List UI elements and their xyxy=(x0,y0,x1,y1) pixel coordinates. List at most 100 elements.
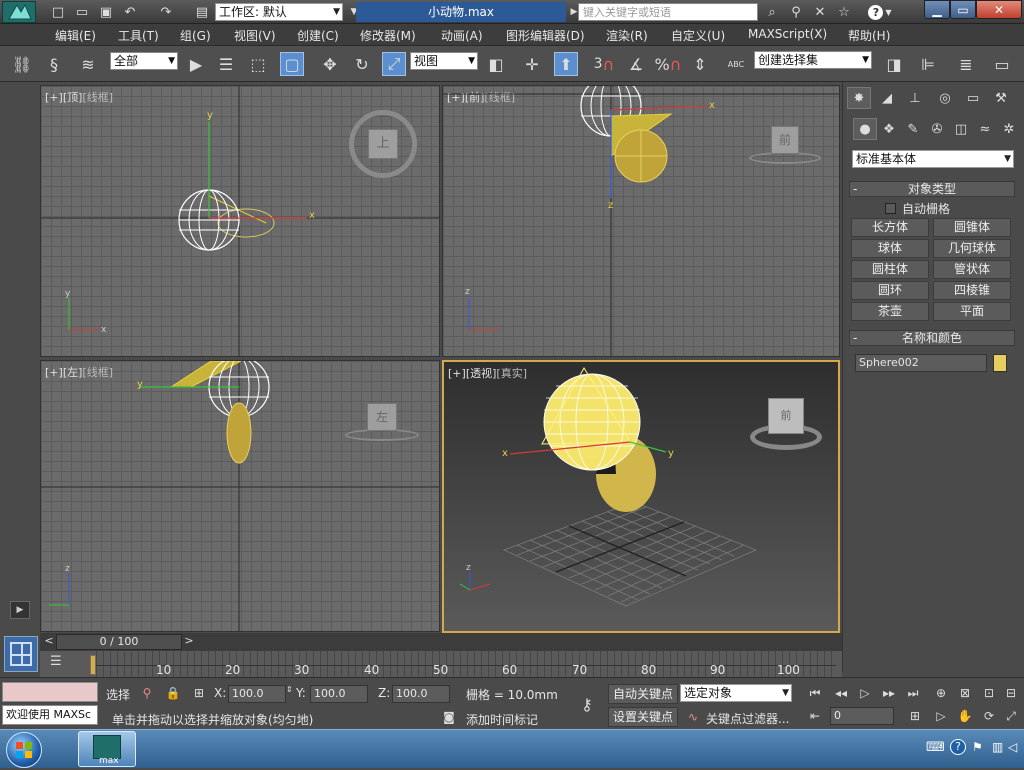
box-button[interactable]: 长方体 xyxy=(851,218,929,237)
x-spinner-icon[interactable]: ⇕ xyxy=(286,685,293,694)
viewport-top[interactable]: [+][顶][线框] y x y x 上 xyxy=(40,85,440,357)
menu-customize[interactable]: 自定义(U) xyxy=(671,27,725,43)
space-warps-icon[interactable]: ≈ xyxy=(973,118,997,140)
key-mode-toggle-icon[interactable]: ⇤ xyxy=(804,706,826,726)
view-cube-face[interactable]: 左 xyxy=(367,403,397,431)
maxscript-listener-input[interactable]: 欢迎使用 MAXSc xyxy=(2,705,98,725)
tray-network-icon[interactable]: ▥ xyxy=(992,740,1003,754)
next-frame-icon[interactable]: ▸▸ xyxy=(878,683,900,703)
field-of-view-icon[interactable]: ▷ xyxy=(930,706,952,726)
viewport-perspective[interactable]: [+][透视][真实] x y z 前 xyxy=(442,360,840,633)
utilities-tab-icon[interactable]: ⚒ xyxy=(989,87,1013,109)
rectangle-selection-icon[interactable]: ⬚ xyxy=(246,52,270,76)
view-cube-left[interactable]: 左 xyxy=(345,399,419,443)
zoom-extents-icon[interactable]: ⊡ xyxy=(978,683,1000,703)
isolate-selection-icon[interactable]: ⚲ xyxy=(136,683,158,703)
layer-manager-icon[interactable]: ≣ xyxy=(954,52,978,76)
geosphere-button[interactable]: 几何球体 xyxy=(933,239,1011,258)
x-coord-input[interactable]: 100.0 xyxy=(228,685,286,703)
auto-grid-checkbox[interactable]: 自动栅格 xyxy=(885,200,950,217)
menu-group[interactable]: 组(G) xyxy=(180,27,211,43)
systems-icon[interactable]: ✲ xyxy=(997,118,1021,140)
curve-editor-icon[interactable]: ☰ xyxy=(50,654,72,672)
scale-icon[interactable]: ⤢ xyxy=(382,52,406,76)
view-cube-top[interactable]: 上 xyxy=(349,110,417,178)
object-name-field[interactable]: Sphere002 xyxy=(855,354,987,372)
link-icon[interactable]: ⛓ xyxy=(10,52,34,76)
move-icon[interactable]: ✥ xyxy=(318,52,342,76)
rotate-icon[interactable]: ↻ xyxy=(350,52,374,76)
key-filters-button[interactable]: 关键点过滤器... xyxy=(706,710,789,727)
object-color-swatch[interactable] xyxy=(993,354,1007,372)
project-folder-icon[interactable]: ▤ xyxy=(192,3,212,21)
time-slider-thumb[interactable]: 0 / 100 xyxy=(56,634,182,650)
add-time-tag-button[interactable]: 添加时间标记 xyxy=(466,711,538,728)
lights-icon[interactable]: ✎ xyxy=(901,118,925,140)
tray-help-icon[interactable]: ? xyxy=(950,739,966,755)
select-object-icon[interactable]: ▶ xyxy=(184,52,208,76)
category-select[interactable]: 标准基本体 ▼ xyxy=(852,150,1014,168)
app-logo-icon[interactable] xyxy=(2,1,36,23)
tray-keyboard-icon[interactable]: ⌨ xyxy=(926,740,945,755)
angle-snap-icon[interactable]: ∡ xyxy=(624,52,648,76)
unlink-icon[interactable]: § xyxy=(42,52,66,76)
zoom-extents-all-icon[interactable]: ⊟ xyxy=(1000,683,1022,703)
helpers-icon[interactable]: ◫ xyxy=(949,118,973,140)
time-slider[interactable]: < 0 / 100 > xyxy=(40,633,842,651)
play-icon[interactable]: ▷ xyxy=(854,683,876,703)
menu-view[interactable]: 视图(V) xyxy=(234,27,276,43)
reference-coord-select[interactable]: 视图 ▼ xyxy=(410,52,478,70)
set-key-button[interactable]: 设置关键点 xyxy=(608,707,678,727)
taskbar-3dsmax-button[interactable]: max xyxy=(78,731,136,767)
shapes-icon[interactable]: ❖ xyxy=(877,118,901,140)
edit-named-selection-icon[interactable]: ABC xyxy=(724,52,748,76)
menu-rendering[interactable]: 渲染(R) xyxy=(606,27,648,43)
menu-create[interactable]: 创建(C) xyxy=(297,27,339,43)
teapot-button[interactable]: 茶壶 xyxy=(851,302,929,321)
cylinder-button[interactable]: 圆柱体 xyxy=(851,260,929,279)
pyramid-button[interactable]: 四棱锥 xyxy=(933,281,1011,300)
cameras-icon[interactable]: ✇ xyxy=(925,118,949,140)
new-file-icon[interactable]: □ xyxy=(48,3,68,21)
auto-key-button[interactable]: 自动关键点 xyxy=(608,684,678,704)
geometry-icon[interactable]: ● xyxy=(853,118,877,140)
close-button[interactable]: ✕ xyxy=(976,0,1022,19)
maxscript-listener-top[interactable] xyxy=(2,682,98,702)
menu-edit[interactable]: 编辑(E) xyxy=(55,27,96,43)
absolute-mode-icon[interactable]: ⊞ xyxy=(188,683,210,703)
undo-icon[interactable]: ↶ xyxy=(120,3,140,21)
current-frame-input[interactable]: 0 xyxy=(830,707,894,725)
create-tab-icon[interactable]: ✸ xyxy=(847,87,871,109)
keyboard-shortcut-override-icon[interactable]: ⬆ xyxy=(554,52,578,76)
menu-modifiers[interactable]: 修改器(M) xyxy=(360,27,416,43)
track-bar[interactable]: ☰ 10 20 30 40 50 60 70 80 90 100 xyxy=(40,651,842,677)
named-selection-select[interactable]: 创建选择集 ▼ xyxy=(754,51,872,69)
menu-help[interactable]: 帮助(H) xyxy=(848,27,890,43)
time-tag-icon[interactable]: ◙ xyxy=(438,707,460,727)
maximize-button[interactable]: ▭ xyxy=(950,0,976,19)
time-slider-next[interactable]: > xyxy=(182,634,196,650)
favorites-star-icon[interactable]: ☆ xyxy=(834,3,854,21)
maximize-viewport-icon[interactable]: ⤢ xyxy=(1000,706,1022,726)
default-in-out-tangent-icon[interactable]: ∿ xyxy=(682,707,704,727)
communication-icon[interactable]: ✕ xyxy=(810,3,830,21)
selection-lock-icon[interactable]: 🔒 xyxy=(162,683,184,703)
tray-volume-icon[interactable]: ◁ xyxy=(1008,740,1017,754)
minimize-button[interactable]: ▁ xyxy=(924,0,950,19)
prev-frame-icon[interactable]: ◂◂ xyxy=(830,683,852,703)
torus-button[interactable]: 圆环 xyxy=(851,281,929,300)
menu-maxscript[interactable]: MAXScript(X) xyxy=(748,27,827,43)
menu-graph-editors[interactable]: 图形编辑器(D) xyxy=(506,27,585,43)
z-coord-input[interactable]: 100.0 xyxy=(392,685,450,703)
cone-button[interactable]: 圆锥体 xyxy=(933,218,1011,237)
graphite-tools-icon[interactable]: ▭ xyxy=(990,52,1014,76)
mirror-icon[interactable]: ◨ xyxy=(882,52,906,76)
mini-listener-toggle[interactable] xyxy=(4,636,38,672)
selection-filter-select[interactable]: 全部 ▼ xyxy=(110,52,178,70)
y-coord-input[interactable]: 100.0 xyxy=(310,685,368,703)
zoom-icon[interactable]: ⊕ xyxy=(930,683,952,703)
view-cube-face[interactable]: 上 xyxy=(368,129,398,159)
spinner-snap-icon[interactable]: ⇕ xyxy=(688,52,712,76)
menu-animation[interactable]: 动画(A) xyxy=(441,27,483,43)
expand-arrow-icon[interactable]: ▶ xyxy=(10,601,30,619)
